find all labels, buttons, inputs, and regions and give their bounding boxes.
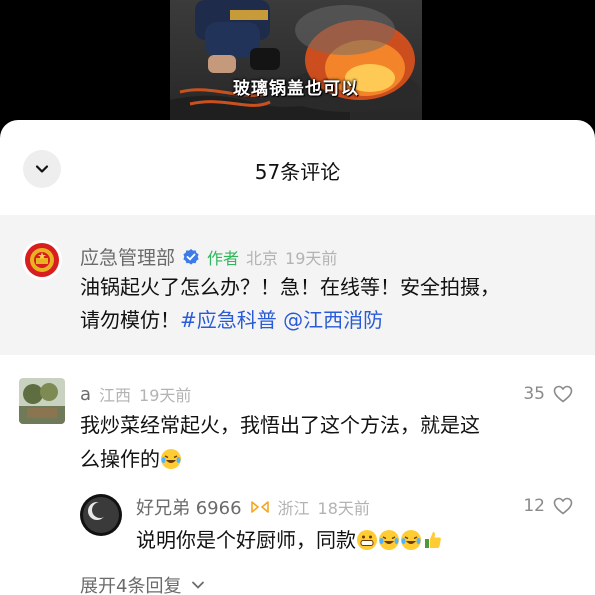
reply-time: 18天前 (317, 499, 370, 518)
author-avatar[interactable] (22, 240, 62, 280)
author-name[interactable]: 应急管理部 (80, 243, 175, 270)
video-caption: 玻璃锅盖也可以 (233, 79, 359, 99)
comment-time: 19天前 (139, 386, 192, 405)
verified-badge-icon (183, 248, 199, 265)
national-emblem-icon (25, 243, 59, 277)
comment-username[interactable]: a (80, 384, 91, 405)
comment-location: 江西 (99, 386, 132, 405)
pinned-text-plain: 请勿模仿！ (80, 308, 180, 332)
comment-text-line1: 我炒菜经常起火，我悟出了这个方法，就是这 (80, 413, 480, 437)
comment-text-line2-content: 么操作的 (80, 447, 160, 471)
comment-item[interactable]: a 江西 19天前 35 我炒菜经常起火，我悟出了这个方法，就是这 么操作的 (0, 378, 595, 488)
comments-header: 57条评论 (0, 120, 595, 215)
pinned-author-comment[interactable]: 应急管理部 作者 北京 19天前 油锅起火了怎么办？！急！在线等！安全拍摄， 请… (0, 215, 595, 355)
reply-meta: 好兄弟 6966 浙江 18天前 (136, 494, 370, 520)
hashtag-link[interactable]: #应急科普 (180, 308, 277, 332)
laughing-crying-emoji-icon (379, 530, 399, 550)
laughing-crying-emoji-icon (401, 530, 421, 550)
heart-icon (553, 497, 573, 515)
chevron-down-icon (192, 581, 205, 589)
pinned-comment-text: 油锅起火了怎么办？！急！在线等！安全拍摄， 请勿模仿！#应急科普 @江西消防 (80, 271, 570, 337)
thumbs-up-emoji-icon (425, 532, 441, 548)
pinned-text-line2: 请勿模仿！#应急科普 @江西消防 (80, 304, 570, 337)
fans-badge-icon (250, 501, 269, 513)
like-button[interactable]: 12 (523, 496, 573, 516)
reply-username[interactable]: 好兄弟 6966 (136, 494, 242, 520)
comments-sheet: 57条评论 应急管理部 作者 北京 19天前 油锅起火了怎么办？！急！在线等！安… (0, 120, 595, 595)
comment-time: 19天前 (285, 248, 338, 268)
video-player[interactable]: 玻璃锅盖也可以 (170, 0, 422, 130)
pinned-comment-meta: 应急管理部 作者 北京 19天前 (80, 243, 337, 270)
author-tag: 作者 (207, 248, 240, 268)
expand-replies-button[interactable]: 展开4条回复 (80, 572, 205, 595)
grinning-emoji-icon (357, 530, 377, 550)
pinned-text-line1: 油锅起火了怎么办？！急！在线等！安全拍摄， (80, 275, 500, 299)
reply-text-content: 说明你是个好厨师，同款 (136, 528, 356, 552)
heart-icon (553, 385, 573, 403)
like-button[interactable]: 35 (523, 384, 573, 404)
comment-meta: a 江西 19天前 (80, 382, 191, 406)
like-count: 12 (523, 496, 545, 516)
reply-text: 说明你是个好厨师，同款 (136, 524, 444, 553)
comments-count-title: 57条评论 (254, 160, 341, 184)
like-count: 35 (523, 384, 545, 404)
comment-text-line2: 么操作的 (80, 442, 560, 476)
expand-replies-label: 展开4条回复 (80, 576, 182, 595)
avatar-image (19, 378, 65, 424)
comment-location: 北京 (246, 248, 279, 268)
avatar-image (80, 494, 122, 536)
reply-item[interactable]: 好兄弟 6966 浙江 18天前 12 说明你是个好厨师，同款 (0, 490, 595, 560)
reply-location: 浙江 (277, 499, 310, 518)
laughing-crying-emoji-icon (161, 449, 181, 469)
user-avatar[interactable] (19, 378, 65, 424)
mention-link[interactable]: @江西消防 (283, 308, 383, 332)
reply-user-avatar[interactable] (80, 494, 122, 536)
video-frame-image (170, 0, 420, 130)
comment-text: 我炒菜经常起火，我悟出了这个方法，就是这 么操作的 (80, 408, 560, 476)
